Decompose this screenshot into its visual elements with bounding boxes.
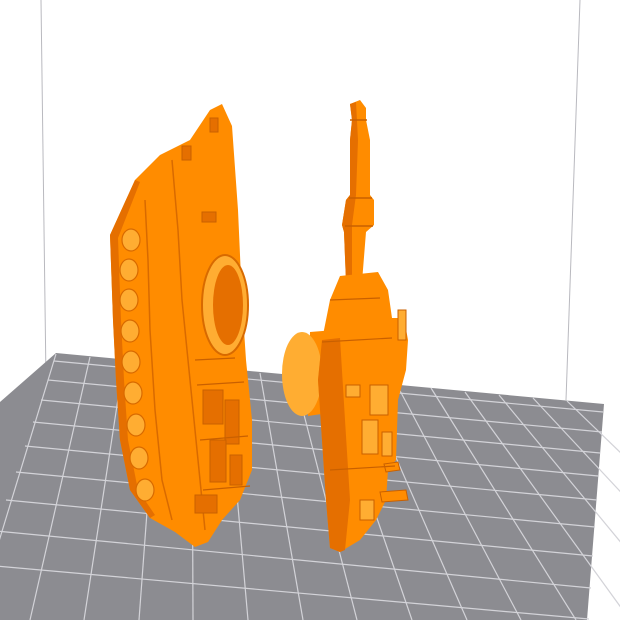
build-volume-edge-right	[565, 0, 581, 401]
turret-ring-inner	[213, 265, 243, 345]
tank-hull-side-part[interactable]	[110, 104, 252, 547]
3d-viewport[interactable]	[0, 0, 620, 620]
scene-canvas[interactable]	[0, 0, 620, 620]
turret-pin-lower	[379, 489, 409, 503]
turret-ring-face	[282, 332, 322, 416]
build-volume-edge-left	[40, 0, 47, 381]
